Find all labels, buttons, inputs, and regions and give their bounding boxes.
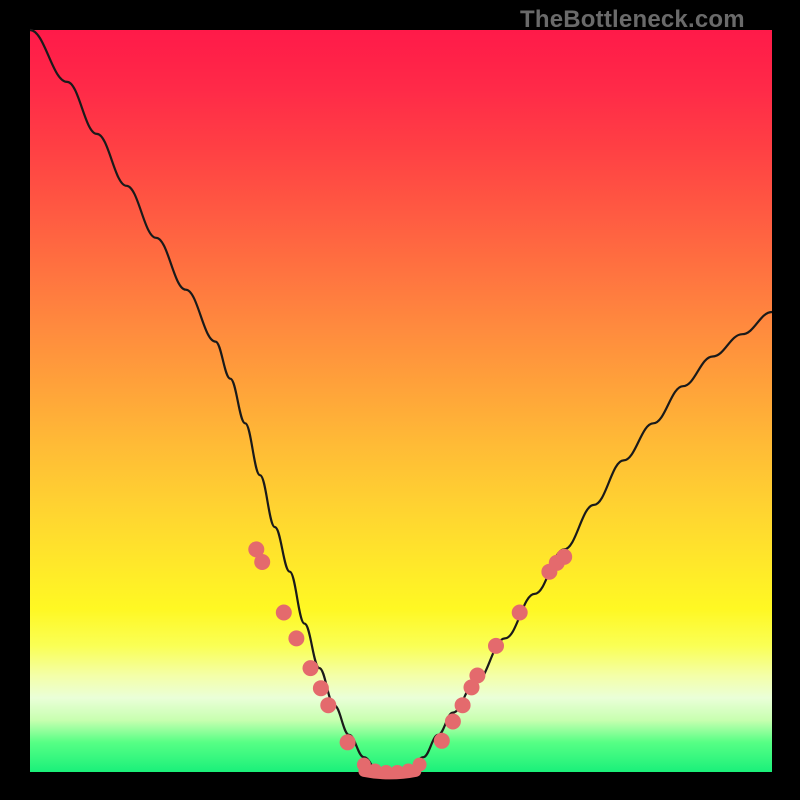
bottleneck-curve bbox=[30, 30, 772, 772]
chart-frame: TheBottleneck.com bbox=[0, 0, 800, 800]
data-marker bbox=[303, 660, 319, 676]
data-marker bbox=[320, 697, 336, 713]
data-marker bbox=[313, 680, 329, 696]
data-marker bbox=[340, 734, 356, 750]
data-marker bbox=[434, 733, 450, 749]
data-marker bbox=[276, 605, 292, 621]
data-marker bbox=[413, 758, 427, 772]
data-marker bbox=[254, 554, 270, 570]
data-marker bbox=[469, 668, 485, 684]
data-marker bbox=[556, 549, 572, 565]
data-marker bbox=[488, 638, 504, 654]
chart-svg-layer bbox=[0, 0, 800, 800]
data-marker bbox=[288, 630, 304, 646]
data-marker bbox=[512, 605, 528, 621]
data-marker bbox=[455, 697, 471, 713]
data-marker bbox=[445, 714, 461, 730]
